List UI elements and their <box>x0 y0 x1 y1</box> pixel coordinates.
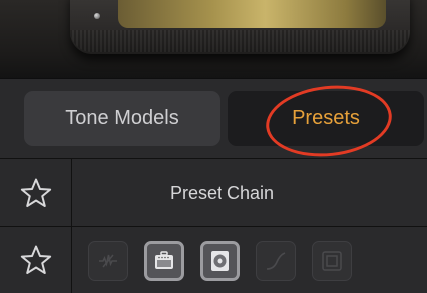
eq-module[interactable] <box>256 241 296 281</box>
reverb-module[interactable] <box>312 241 352 281</box>
cabinet-icon <box>211 251 229 271</box>
row-trailing-cell <box>373 159 427 227</box>
amp-module[interactable] <box>144 241 184 281</box>
row-trailing-cell <box>373 227 427 293</box>
star-outline-icon <box>20 178 51 208</box>
amp-icon <box>155 251 173 269</box>
star-outline-icon <box>20 245 51 275</box>
preset-chain-row[interactable] <box>0 226 427 293</box>
tab-label: Tone Models <box>65 107 179 129</box>
eq-curve-icon <box>266 252 286 270</box>
cabinet-module[interactable] <box>200 241 240 281</box>
amp-tolex <box>70 30 410 52</box>
chain-modules <box>88 241 378 281</box>
preset-chain-header-row: Preset Chain <box>0 158 427 227</box>
amp-control-panel <box>118 0 386 28</box>
amp-screw <box>94 13 100 19</box>
tab-tone-models[interactable]: Tone Models <box>24 91 220 146</box>
favorite-star-button[interactable] <box>0 159 72 227</box>
reverb-icon <box>322 251 342 271</box>
favorite-star-button[interactable] <box>0 227 72 293</box>
noise-gate-icon <box>99 254 117 268</box>
preset-chain-title: Preset Chain <box>71 159 374 227</box>
noise-gate-module[interactable] <box>88 241 128 281</box>
amp-image <box>0 0 427 78</box>
